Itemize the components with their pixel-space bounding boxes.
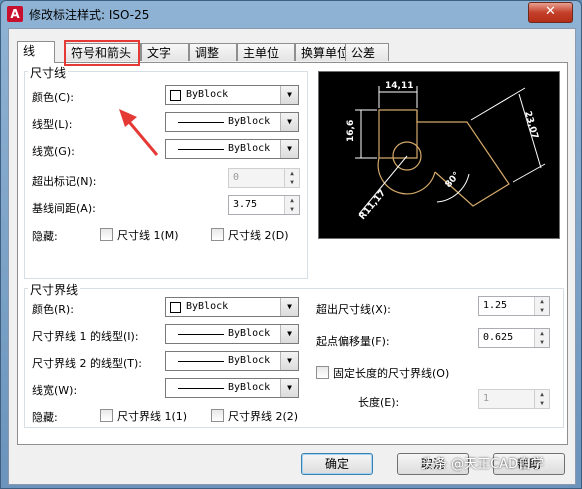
tab-primary-units[interactable]: 主单位 [237, 43, 295, 61]
dimline-lineweight-label: 线宽(G): [32, 145, 75, 158]
preview-dim-right: 23,07 [522, 110, 539, 140]
extline-color-label: 颜色(R): [32, 303, 74, 316]
dialog-client: 线 符号和箭头 文字 调整 主单位 换算单位 公差 尺寸线 颜色(C): ByB… [8, 28, 576, 485]
tab-lines[interactable]: 线 [17, 41, 55, 63]
spinner-arrows[interactable]: ▲ ▼ [284, 196, 299, 214]
chevron-down-icon[interactable]: ▼ [280, 298, 298, 316]
chevron-down-icon[interactable]: ▼ [280, 352, 298, 370]
offset-from-origin-spinner[interactable]: 0.625 ▲ ▼ [478, 328, 550, 348]
dimline-suppress-label: 隐藏: [32, 230, 58, 243]
preview-dim-top: 14,11 [385, 81, 413, 91]
fixed-length-spinner: 1 ▲ ▼ [478, 389, 550, 409]
extline2-linetype-select[interactable]: ByBlock ▼ [165, 351, 299, 371]
close-button[interactable]: ✕ [528, 2, 573, 23]
checkbox-box[interactable] [211, 409, 224, 422]
fixed-length-label: 长度(E): [358, 396, 400, 409]
offset-from-origin-label: 起点偏移量(F): [316, 335, 390, 348]
extline-lineweight-label: 线宽(W): [32, 384, 78, 397]
autocad-app-icon: A [7, 6, 23, 22]
extend-beyond-ticks-label: 超出标记(N): [32, 175, 97, 188]
dimline-color-label: 颜色(C): [32, 91, 74, 104]
suppress-dimline1-checkbox[interactable]: 尺寸线 1(M) [100, 227, 179, 243]
line-sample [178, 149, 224, 150]
chevron-down-icon[interactable]: ▼ [280, 325, 298, 343]
preview-dim-left: 16,6 [346, 120, 356, 142]
checkbox-box[interactable] [100, 228, 113, 241]
dimension-preview-drawing: 14,11 16,6 23,07 80° R11,17 [346, 81, 546, 222]
chevron-down-icon[interactable]: ▼ [280, 379, 298, 397]
line-sample [178, 361, 224, 362]
watermark-text: 头条 @天正CAD自学 [421, 457, 545, 472]
window-title: 修改标注样式: ISO-25 [29, 8, 150, 22]
dimline-lineweight-select[interactable]: ByBlock ▼ [165, 139, 299, 159]
line-sample [178, 388, 224, 389]
extend-beyond-ticks-spinner: 0 ▲ ▼ [228, 168, 300, 188]
chevron-down-icon[interactable]: ▼ [280, 86, 298, 104]
extline-suppress-label: 隐藏: [32, 411, 58, 424]
extend-beyond-dimlines-label: 超出尺寸线(X): [316, 303, 391, 316]
tab-panel-lines: 尺寸线 颜色(C): ByBlock ▼ 线型(L): ByBlock ▼ 线宽… [17, 62, 568, 445]
checkbox-box[interactable] [211, 228, 224, 241]
highlight-box [64, 40, 140, 66]
dimline-linetype-select[interactable]: ByBlock ▼ [165, 112, 299, 132]
spinner-arrows: ▲ ▼ [534, 390, 549, 408]
dialog-window: A 修改标注样式: ISO-25 ✕ 线 符号和箭头 文字 调整 主单位 换算单… [0, 0, 582, 489]
preview-pane: 14,11 16,6 23,07 80° R11,17 [318, 71, 560, 239]
checkbox-box[interactable] [316, 366, 329, 379]
spinner-arrows: ▲ ▼ [284, 169, 299, 187]
baseline-spacing-label: 基线间距(A): [32, 202, 96, 215]
fixed-length-extlines-checkbox[interactable]: 固定长度的尺寸界线(O) [316, 365, 449, 381]
dimline-linetype-label: 线型(L): [32, 118, 73, 131]
baseline-spacing-spinner[interactable]: 3.75 ▲ ▼ [228, 195, 300, 215]
dimension-lines-group-label: 尺寸线 [28, 64, 69, 81]
extend-beyond-dimlines-spinner[interactable]: 1.25 ▲ ▼ [478, 296, 550, 316]
suppress-extline1-checkbox[interactable]: 尺寸界线 1(1) [100, 408, 187, 424]
checkbox-box[interactable] [100, 409, 113, 422]
tab-tolerances[interactable]: 公差 [345, 43, 389, 61]
extline2-linetype-label: 尺寸界线 2 的线型(T): [32, 357, 142, 370]
extline-color-select[interactable]: ByBlock ▼ [165, 297, 299, 317]
tab-fit[interactable]: 调整 [189, 43, 237, 61]
line-sample [178, 122, 224, 123]
color-swatch [170, 302, 181, 313]
extline1-linetype-label: 尺寸界线 1 的线型(I): [32, 330, 139, 343]
title-bar[interactable]: A 修改标注样式: ISO-25 ✕ [1, 1, 581, 27]
suppress-extline2-checkbox[interactable]: 尺寸界线 2(2) [211, 408, 298, 424]
extension-lines-group-label: 尺寸界线 [28, 281, 81, 298]
color-swatch [170, 90, 181, 101]
chevron-down-icon[interactable]: ▼ [280, 113, 298, 131]
ok-button[interactable]: 确定 [301, 453, 373, 475]
dimline-color-select[interactable]: ByBlock ▼ [165, 85, 299, 105]
extline1-linetype-select[interactable]: ByBlock ▼ [165, 324, 299, 344]
preview-radius: R11,17 [358, 188, 388, 222]
spinner-arrows[interactable]: ▲ ▼ [534, 297, 549, 315]
chevron-down-icon[interactable]: ▼ [280, 140, 298, 158]
suppress-dimline2-checkbox[interactable]: 尺寸线 2(D) [211, 227, 289, 243]
extline-lineweight-select[interactable]: ByBlock ▼ [165, 378, 299, 398]
red-arrow-annotation [119, 109, 159, 156]
preview-angle: 80° [444, 170, 463, 189]
tab-text[interactable]: 文字 [141, 43, 189, 61]
line-sample [178, 334, 224, 335]
spinner-arrows[interactable]: ▲ ▼ [534, 329, 549, 347]
